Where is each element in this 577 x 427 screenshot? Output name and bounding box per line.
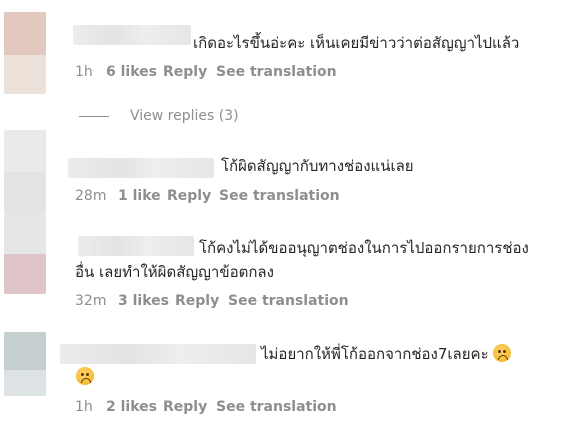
timestamp: 28m: [75, 188, 107, 204]
comment-text: โก้ผิดสัญญากับทางช่องแน่เลย: [221, 157, 414, 175]
likes-count[interactable]: 3 likes: [118, 293, 169, 309]
comment-text: เกิดอะไรขึ้นอ่ะคะ เห็นเคยมีข่าวว่าต่อสัญ…: [193, 34, 520, 52]
comment-text-line-1: โก้คงไม่ได้ขออนุญาตช่องในการไปออกรายการช…: [199, 239, 529, 257]
replies-divider: [79, 116, 109, 117]
comment-text: ไม่อยากให้พี่โก้ออกจากช่อง7เลยคะ: [261, 342, 512, 366]
reply-button[interactable]: Reply: [167, 188, 211, 204]
likes-count[interactable]: 1 like: [118, 188, 161, 204]
blurred-username: [73, 25, 191, 45]
blurred-username: [60, 344, 256, 364]
timestamp: 32m: [75, 293, 107, 309]
comment-3: โก้คงไม่ได้ขออนุญาตช่องในการไปออกรายการช…: [0, 214, 577, 320]
likes-count[interactable]: 6 likes: [106, 64, 157, 80]
see-translation-link[interactable]: See translation: [216, 399, 337, 415]
view-replies-label: View replies (3): [130, 108, 239, 124]
comment-1: เกิดอะไรขึ้นอ่ะคะ เห็นเคยมีข่าวว่าต่อสัญ…: [0, 0, 577, 100]
comment-2: โก้ผิดสัญญากับทางช่องแน่เลย 28m 1 like R…: [0, 130, 577, 220]
avatar[interactable]: [4, 214, 46, 294]
comment-text-content: ไม่อยากให้พี่โก้ออกจากช่อง7เลยคะ: [261, 345, 489, 363]
reply-button[interactable]: Reply: [175, 293, 219, 309]
timestamp: 1h: [75, 64, 93, 80]
comment-text-line-2: อื่น เลยทำให้ผิดสัญญาข้อตกลง: [75, 263, 274, 281]
avatar[interactable]: [4, 12, 46, 94]
comment-text-line-2: [76, 365, 94, 389]
blurred-username: [68, 158, 214, 178]
see-translation-link[interactable]: See translation: [219, 188, 340, 204]
see-translation-link[interactable]: See translation: [216, 64, 337, 80]
comment-4: ไม่อยากให้พี่โก้ออกจากช่อง7เลยคะ 1h 2 li…: [0, 332, 577, 427]
avatar[interactable]: [4, 130, 46, 214]
blurred-username: [78, 236, 194, 256]
likes-count[interactable]: 2 likes: [106, 399, 157, 415]
avatar[interactable]: [4, 332, 46, 396]
see-translation-link[interactable]: See translation: [228, 293, 349, 309]
sad-face-emoji-icon: [493, 344, 512, 362]
reply-button[interactable]: Reply: [163, 64, 207, 80]
sad-face-emoji-icon: [76, 367, 94, 385]
timestamp: 1h: [75, 399, 93, 415]
reply-button[interactable]: Reply: [163, 399, 207, 415]
